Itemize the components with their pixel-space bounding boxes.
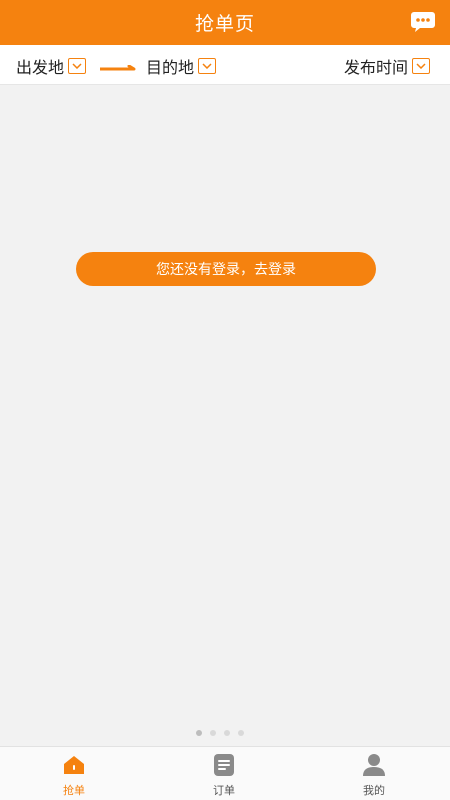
page-dot <box>224 730 230 736</box>
login-button[interactable]: 您还没有登录，去登录 <box>76 252 376 286</box>
chat-button[interactable] <box>410 11 436 33</box>
page-dot <box>196 730 202 736</box>
publish-time-filter[interactable]: 发布时间 <box>344 54 431 78</box>
chevron-down-icon <box>72 63 82 69</box>
page-dot <box>210 730 216 736</box>
filter-bar: 出发地 目的地 发布时间 <box>0 45 450 85</box>
origin-dropdown-icon[interactable] <box>68 58 87 74</box>
app-header: 抢单页 <box>0 0 450 45</box>
chevron-down-icon <box>416 63 426 69</box>
bottom-nav: 抢单 订单 我的 <box>0 746 450 800</box>
nav-item-me[interactable]: 我的 <box>334 753 414 799</box>
destination-label: 目的地 <box>146 58 195 77</box>
house-icon <box>64 756 84 774</box>
nav-label-grab-orders: 抢单 <box>63 784 85 797</box>
destination-filter[interactable]: 目的地 <box>146 54 217 78</box>
chat-bubble-icon <box>411 12 435 32</box>
user-icon <box>363 754 385 776</box>
origin-filter[interactable]: 出发地 <box>16 54 87 78</box>
nav-label-me: 我的 <box>363 784 385 797</box>
page-indicator <box>196 730 244 736</box>
screen: 抢单页 出发地 目的地 发布时间 您还没有登录，去登录 抢单 订单 我的 <box>0 0 450 800</box>
publish-time-label: 发布时间 <box>344 58 409 77</box>
nav-item-orders[interactable]: 订单 <box>184 753 264 799</box>
origin-label: 出发地 <box>16 58 65 77</box>
page-dot <box>238 730 244 736</box>
page-title: 抢单页 <box>194 13 255 35</box>
nav-label-orders: 订单 <box>213 784 235 797</box>
publish-time-dropdown-icon[interactable] <box>412 58 431 74</box>
destination-dropdown-icon[interactable] <box>198 58 217 74</box>
nav-item-grab-orders[interactable]: 抢单 <box>34 753 114 799</box>
chevron-down-icon <box>202 63 212 69</box>
order-list-icon <box>214 754 234 776</box>
route-arrow-icon <box>100 65 136 71</box>
